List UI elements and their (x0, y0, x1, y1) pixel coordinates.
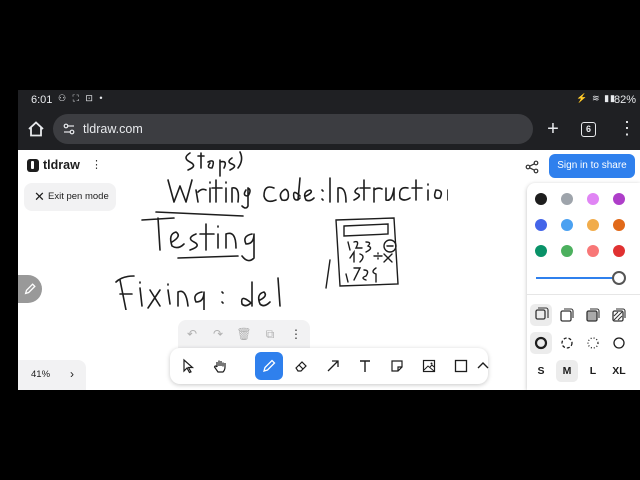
exit-pen-mode-label: Exit pen mode (48, 191, 109, 202)
tool-bar (170, 348, 489, 384)
home-icon[interactable] (27, 120, 45, 138)
duplicate-icon[interactable]: ⧉ (262, 326, 278, 342)
new-tab-icon[interactable]: + (543, 118, 563, 141)
phone-screen: 6:01 ⚇ ⛶ ⊡ • ⚡ ≋ ▮▮ 82% tldraw.com + 6 ⋮ (18, 90, 640, 390)
fill-pattern-icon (612, 308, 626, 322)
site-settings-icon[interactable] (63, 122, 75, 136)
dash-draw-button[interactable] (530, 332, 552, 354)
pencil-icon (24, 283, 36, 295)
dash-dashed-icon (561, 337, 573, 349)
size-large-button[interactable]: L (582, 360, 604, 382)
browser-menu-icon[interactable]: ⋮ (618, 118, 636, 139)
color-swatch-grey[interactable] (561, 193, 573, 205)
dash-dotted-icon (587, 337, 599, 349)
select-tool[interactable] (174, 352, 202, 380)
status-bar: 6:01 ⚇ ⛶ ⊡ • ⚡ ≋ ▮▮ 82% (18, 90, 640, 110)
chevron-right-icon: › (70, 367, 74, 381)
dash-dashed-button[interactable] (556, 332, 578, 354)
chevron-up-icon (477, 362, 489, 369)
cursor-icon (183, 358, 195, 374)
style-panel: S M L XL (527, 183, 640, 390)
rectangle-icon (454, 359, 468, 373)
size-small-button[interactable]: S (530, 360, 552, 382)
status-system-icons: ⚡ ≋ ▮▮ (576, 93, 616, 103)
edit-floating-button[interactable] (18, 275, 42, 303)
logo-text: tldraw (43, 158, 80, 172)
draw-tool[interactable] (255, 352, 283, 380)
dash-draw-icon (534, 336, 548, 350)
status-notification-icons: ⚇ ⛶ ⊡ • (58, 93, 105, 103)
fill-solid-button[interactable] (582, 304, 604, 326)
color-swatch-light-blue[interactable] (561, 219, 573, 231)
text-icon (360, 360, 370, 372)
main-menu-icon[interactable]: ⋮ (91, 158, 102, 171)
color-swatch-red[interactable] (613, 245, 625, 257)
color-swatch-violet[interactable] (613, 193, 625, 205)
zoom-menu-button[interactable]: 41% › (18, 360, 86, 390)
quick-actions-bar: ↶ ↷ 🗑 ⧉ ⋮ (178, 320, 310, 348)
undo-icon[interactable]: ↶ (184, 326, 200, 342)
opacity-slider-track[interactable] (536, 277, 620, 279)
zoom-level: 41% (31, 369, 51, 380)
share-icon[interactable] (525, 160, 539, 174)
color-swatch-orange[interactable] (613, 219, 625, 231)
status-time: 6:01 (31, 94, 53, 106)
fill-none-button[interactable] (530, 304, 552, 326)
image-icon (422, 359, 436, 373)
more-actions-icon[interactable]: ⋮ (288, 326, 304, 342)
close-icon: ✕ (34, 189, 45, 204)
hand-tool[interactable] (206, 352, 234, 380)
color-swatch-black[interactable] (530, 188, 552, 210)
sticky-note-icon (391, 360, 403, 372)
dash-solid-icon (613, 337, 625, 349)
size-xl-button[interactable]: XL (608, 360, 630, 382)
panel-divider (527, 294, 640, 295)
opacity-slider-thumb[interactable] (612, 271, 626, 285)
fill-pattern-button[interactable] (608, 304, 630, 326)
note-tool[interactable] (383, 352, 411, 380)
sign-in-to-share-button[interactable]: Sign in to share (549, 154, 635, 178)
color-swatch-light-green[interactable] (561, 245, 573, 257)
color-swatch-light-red[interactable] (587, 245, 599, 257)
delete-icon[interactable]: 🗑 (236, 326, 252, 342)
color-swatch-green[interactable] (535, 245, 547, 257)
more-tools[interactable] (475, 352, 495, 380)
tldraw-logo[interactable]: tldraw (27, 157, 80, 173)
browser-toolbar: tldraw.com + 6 ⋮ (18, 110, 640, 150)
fill-none-icon (535, 307, 549, 320)
size-medium-button[interactable]: M (556, 360, 578, 382)
address-bar[interactable]: tldraw.com (53, 114, 533, 144)
pencil-icon (263, 359, 276, 372)
hand-icon (213, 360, 226, 373)
handwritten-drawing (115, 151, 448, 310)
tab-switcher-button[interactable]: 6 (581, 122, 596, 137)
text-tool[interactable] (351, 352, 379, 380)
tldraw-logo-mark (27, 158, 39, 172)
arrow-icon (327, 360, 339, 372)
color-swatch-light-violet[interactable] (587, 193, 599, 205)
fill-solid-icon (586, 308, 600, 322)
eraser-icon (295, 361, 307, 372)
dash-dotted-button[interactable] (582, 332, 604, 354)
fill-semi-icon (560, 308, 574, 322)
battery-level: 82% (613, 94, 636, 106)
rectangle-tool[interactable] (447, 352, 475, 380)
fill-semi-button[interactable] (556, 304, 578, 326)
image-tool[interactable] (415, 352, 443, 380)
color-swatch-yellow[interactable] (587, 219, 599, 231)
dash-solid-button[interactable] (608, 332, 630, 354)
redo-icon[interactable]: ↷ (210, 326, 226, 342)
eraser-tool[interactable] (287, 352, 315, 380)
arrow-tool[interactable] (319, 352, 347, 380)
exit-pen-mode-button[interactable]: ✕ Exit pen mode (24, 183, 116, 211)
color-swatch-blue[interactable] (535, 219, 547, 231)
url-text: tldraw.com (83, 122, 143, 136)
drawing-canvas[interactable]: tldraw ⋮ ✕ Exit pen mode Sign in to shar… (18, 150, 640, 390)
